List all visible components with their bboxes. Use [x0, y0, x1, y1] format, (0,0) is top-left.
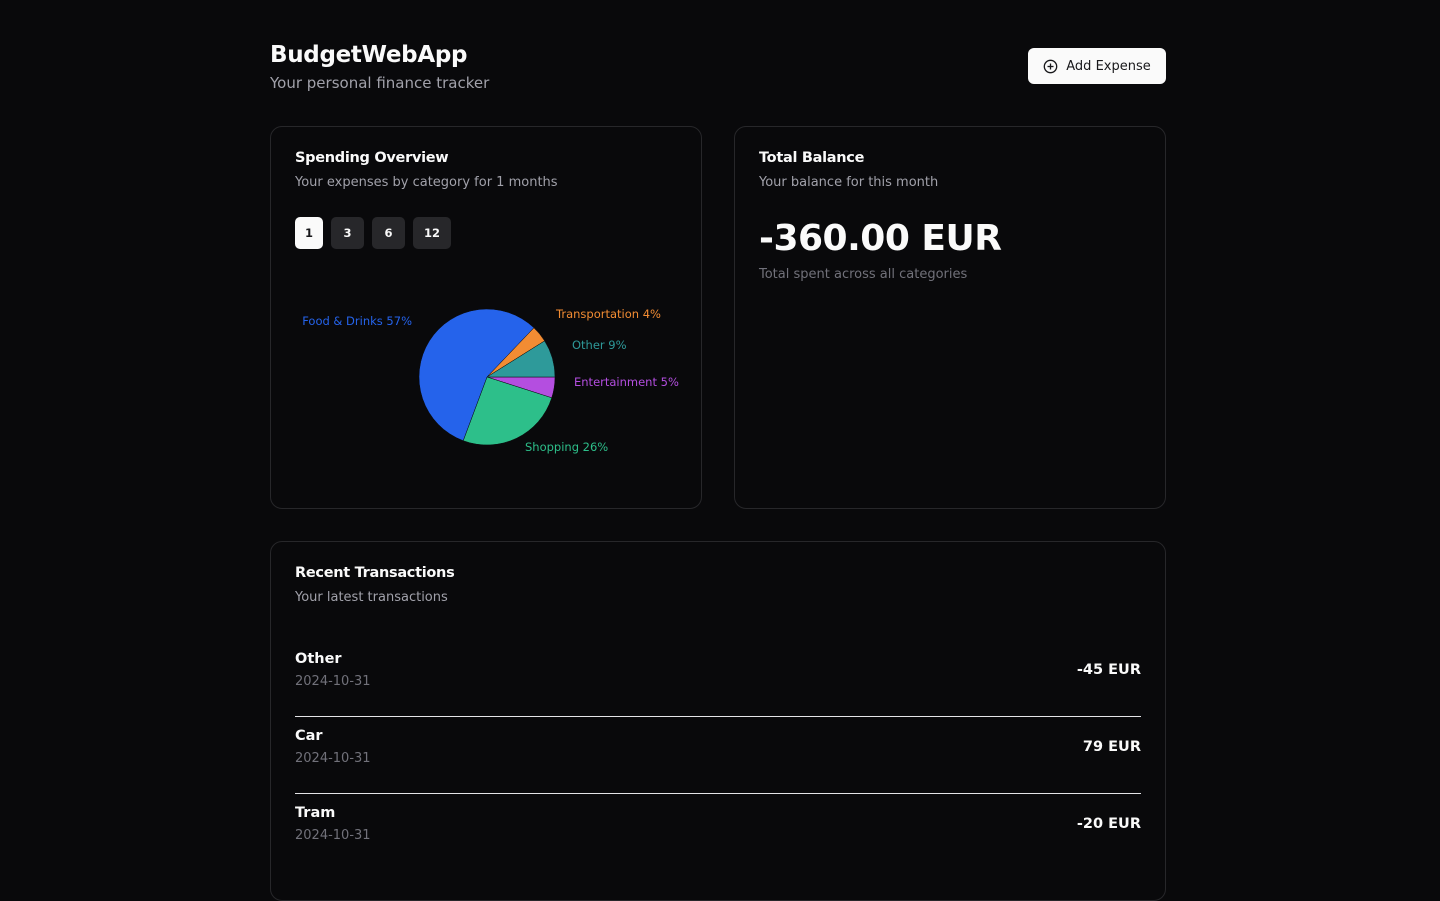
pie-label: Other 9%	[572, 338, 627, 352]
app-subtitle: Your personal finance tracker	[270, 74, 490, 92]
transaction-row[interactable]: Tram 2024-10-31 -20 EUR	[295, 794, 1141, 871]
pie-label: Entertainment 5%	[574, 375, 679, 389]
balance-amount: -360.00 EUR	[759, 218, 1002, 259]
spending-pie-chart: Food & Drinks 57% Transportation 4% Other …	[302, 307, 679, 454]
transaction-row[interactable]: Car 2024-10-31 79 EUR	[295, 717, 1141, 794]
total-balance-card: Total Balance Your balance for this mont…	[734, 126, 1166, 509]
transaction-row[interactable]: Other 2024-10-31 -45 EUR	[295, 640, 1141, 717]
add-expense-button[interactable]: Add Expense	[1028, 48, 1166, 84]
transaction-list: Other 2024-10-31 -45 EUR Car 2024-10-31 …	[295, 640, 1141, 871]
spending-overview-card: Spending Overview Your expenses by categ…	[270, 126, 702, 509]
recent-transactions-title: Recent Transactions	[295, 565, 455, 581]
app-title: BudgetWebApp	[270, 42, 468, 68]
recent-transactions-description: Your latest transactions	[295, 590, 448, 605]
transaction-amount: 79 EUR	[1082, 739, 1141, 755]
transaction-name: Other	[295, 651, 342, 667]
balance-note: Total spent across all categories	[759, 267, 968, 282]
period-button-3[interactable]: 3	[331, 217, 364, 249]
recent-transactions-card: Recent Transactions Your latest transact…	[270, 541, 1166, 901]
total-balance-title: Total Balance	[759, 150, 865, 166]
period-button-6[interactable]: 6	[372, 217, 405, 249]
transaction-amount: -20 EUR	[1076, 816, 1141, 832]
plus-circle-icon	[1043, 59, 1058, 74]
pie-label: Food & Drinks 57%	[302, 314, 412, 328]
header: BudgetWebApp Your personal finance track…	[270, 40, 1166, 100]
pie-label: Shopping 26%	[525, 440, 608, 454]
period-selector: 1 3 6 12	[295, 217, 451, 249]
period-button-1[interactable]: 1	[295, 217, 323, 249]
pie-label: Transportation 4%	[555, 307, 661, 321]
transaction-date: 2024-10-31	[295, 674, 371, 689]
period-button-12[interactable]: 12	[413, 217, 451, 249]
add-expense-label: Add Expense	[1066, 58, 1151, 74]
transaction-name: Car	[295, 728, 323, 744]
transaction-date: 2024-10-31	[295, 828, 371, 843]
transaction-amount: -45 EUR	[1076, 662, 1141, 678]
transaction-name: Tram	[295, 805, 336, 821]
total-balance-description: Your balance for this month	[759, 175, 939, 190]
spending-overview-title: Spending Overview	[295, 150, 449, 166]
transaction-date: 2024-10-31	[295, 751, 371, 766]
spending-overview-description: Your expenses by category for 1 months	[295, 175, 558, 190]
